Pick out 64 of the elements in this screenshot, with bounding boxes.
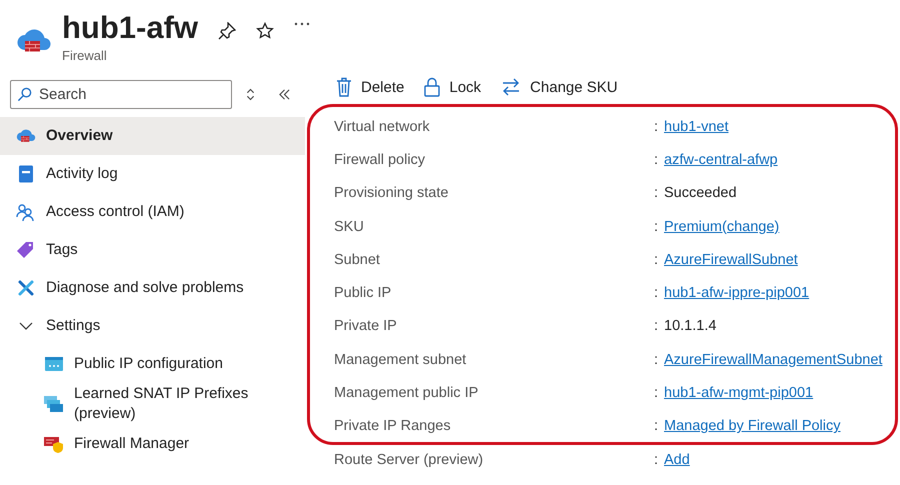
property-link[interactable]: hub1-vnet (664, 118, 728, 135)
tools-icon (16, 279, 36, 297)
property-label: Provisioning state (334, 185, 448, 202)
property-link[interactable]: Managed by Firewall Policy (664, 418, 840, 434)
pin-icon[interactable] (218, 22, 236, 40)
people-icon (16, 203, 36, 221)
cloud-icon (16, 127, 36, 145)
colon-separator: : (654, 152, 658, 168)
log-icon (16, 165, 36, 183)
trash-icon (336, 77, 352, 97)
collapse-icon[interactable] (279, 89, 290, 100)
colon-separator: : (654, 318, 658, 334)
nav-item[interactable]: Diagnose and solve problems (0, 269, 305, 307)
property-label: Private IP Ranges (334, 418, 451, 434)
property-link[interactable]: AzureFirewallSubnet (664, 252, 798, 268)
property-link[interactable]: Add (664, 452, 690, 468)
nav-item[interactable]: Learned SNAT IP Prefixes (preview) (0, 383, 305, 425)
nav-item[interactable]: Activity log (0, 155, 305, 193)
toolbar-button[interactable]: Lock (422, 74, 486, 100)
property-label: Private IP (334, 318, 397, 334)
resource-type: Firewall (62, 48, 108, 63)
property-value: 10.1.1.4 (664, 318, 716, 334)
property-label: Management public IP (334, 385, 478, 402)
resource-title: hub1-afw (62, 10, 198, 46)
tag-icon (16, 241, 36, 259)
colon-separator: : (654, 385, 658, 402)
window-icon (44, 356, 64, 372)
colon-separator: : (654, 252, 658, 268)
property-label: Public IP (334, 285, 392, 302)
swap-arrows-icon (501, 78, 522, 96)
colon-separator: : (654, 352, 658, 368)
sort-icon[interactable] (246, 88, 255, 101)
property-label: Firewall policy (334, 152, 426, 168)
nav-item[interactable]: Firewall Manager (0, 425, 305, 463)
firewall-shield-icon (44, 435, 64, 453)
colon-separator: : (654, 218, 658, 235)
lock-icon (424, 77, 440, 97)
property-link[interactable]: AzureFirewallManagementSubnet (664, 352, 882, 368)
property-link[interactable]: Premium(change) (664, 218, 780, 235)
nav-item[interactable]: Overview (0, 117, 305, 155)
toolbar-button[interactable]: Change SKU (499, 74, 622, 100)
nav-item[interactable]: Access control (IAM) (0, 193, 305, 231)
nav-item[interactable]: Tags (0, 231, 305, 269)
search-field[interactable]: Search (10, 80, 232, 109)
star-icon[interactable] (256, 22, 274, 40)
colon-separator: : (654, 185, 658, 202)
nav-item[interactable]: Public IP configuration (0, 345, 305, 383)
property-link[interactable]: hub1-afw-mgmt-pip001 (664, 385, 814, 402)
property-label: Route Server (preview) (334, 452, 484, 468)
colon-separator: : (654, 418, 658, 434)
property-value: Succeeded (664, 185, 737, 202)
colon-separator: : (654, 118, 658, 135)
more-icon[interactable] (294, 22, 310, 26)
property-label: Subnet (334, 252, 380, 268)
toolbar-button[interactable]: Delete (334, 74, 408, 100)
property-link[interactable]: hub1-afw-ippre-pip001 (664, 285, 810, 302)
property-label: SKU (334, 218, 364, 235)
nav-item[interactable]: Settings (0, 307, 305, 345)
property-label: Management subnet (334, 352, 466, 368)
colon-separator: : (654, 452, 658, 468)
colon-separator: : (654, 285, 658, 302)
property-link[interactable]: azfw-central-afwp (664, 152, 778, 168)
stacked-windows-icon (44, 395, 64, 413)
property-label: Virtual network (334, 118, 430, 135)
